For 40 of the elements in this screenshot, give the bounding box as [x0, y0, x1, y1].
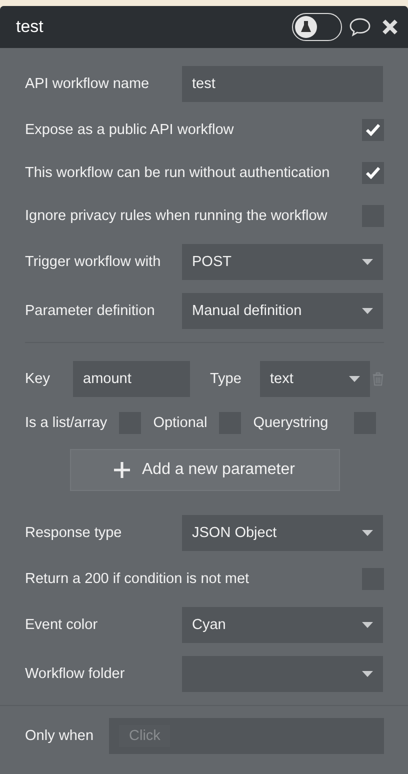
dropdown[interactable]: Cyan [182, 607, 383, 643]
caret-icon [362, 671, 373, 677]
field-label: Workflow folder [25, 666, 126, 682]
caret-icon [362, 622, 373, 628]
toggle-switch[interactable] [292, 13, 342, 41]
trash-icon[interactable] [372, 371, 384, 387]
caret-icon [362, 259, 373, 265]
add-parameter-button[interactable]: Add a new parameter [70, 449, 340, 491]
checkbox-label: Ignore privacy rules when running the workflow [25, 208, 328, 224]
flask-icon [295, 16, 317, 38]
dropdown[interactable]: text [260, 361, 370, 397]
caret-icon [362, 308, 373, 314]
dropdown[interactable] [182, 656, 383, 692]
checkbox-label: Optional [153, 415, 208, 431]
checkbox-label: Return a 200 if condition is not met [25, 571, 250, 587]
dropdown[interactable]: JSON Object [182, 515, 383, 551]
field-label: API workflow name [25, 76, 150, 92]
window-title: test [16, 17, 44, 37]
caret-icon [348, 376, 360, 382]
checkbox-label: This workflow can be run without authentication [25, 165, 331, 181]
input-field[interactable]: test [182, 66, 383, 102]
field-label: Response type [25, 525, 123, 541]
dropdown[interactable]: Manual definition [182, 293, 383, 329]
field-label: Event color [25, 617, 99, 633]
dropdown[interactable]: POST [182, 244, 383, 280]
field-label: Only when [25, 728, 95, 744]
field-label: Parameter definition [25, 303, 156, 319]
check-icon [366, 167, 380, 179]
caret-icon [362, 530, 373, 536]
field-label: Type [210, 371, 242, 387]
check-icon [366, 124, 380, 136]
checkbox-label: Is a list/array [25, 415, 108, 431]
field-label: Trigger workflow with [25, 254, 162, 270]
input-field[interactable]: amount [73, 361, 190, 397]
plus-icon [114, 462, 130, 478]
checkbox[interactable] [362, 162, 384, 184]
checkbox-label: Expose as a public API workflow [25, 122, 235, 138]
checkbox-label: Querystring [253, 415, 328, 431]
checkbox[interactable] [362, 119, 384, 141]
field-label: Key [25, 371, 51, 387]
